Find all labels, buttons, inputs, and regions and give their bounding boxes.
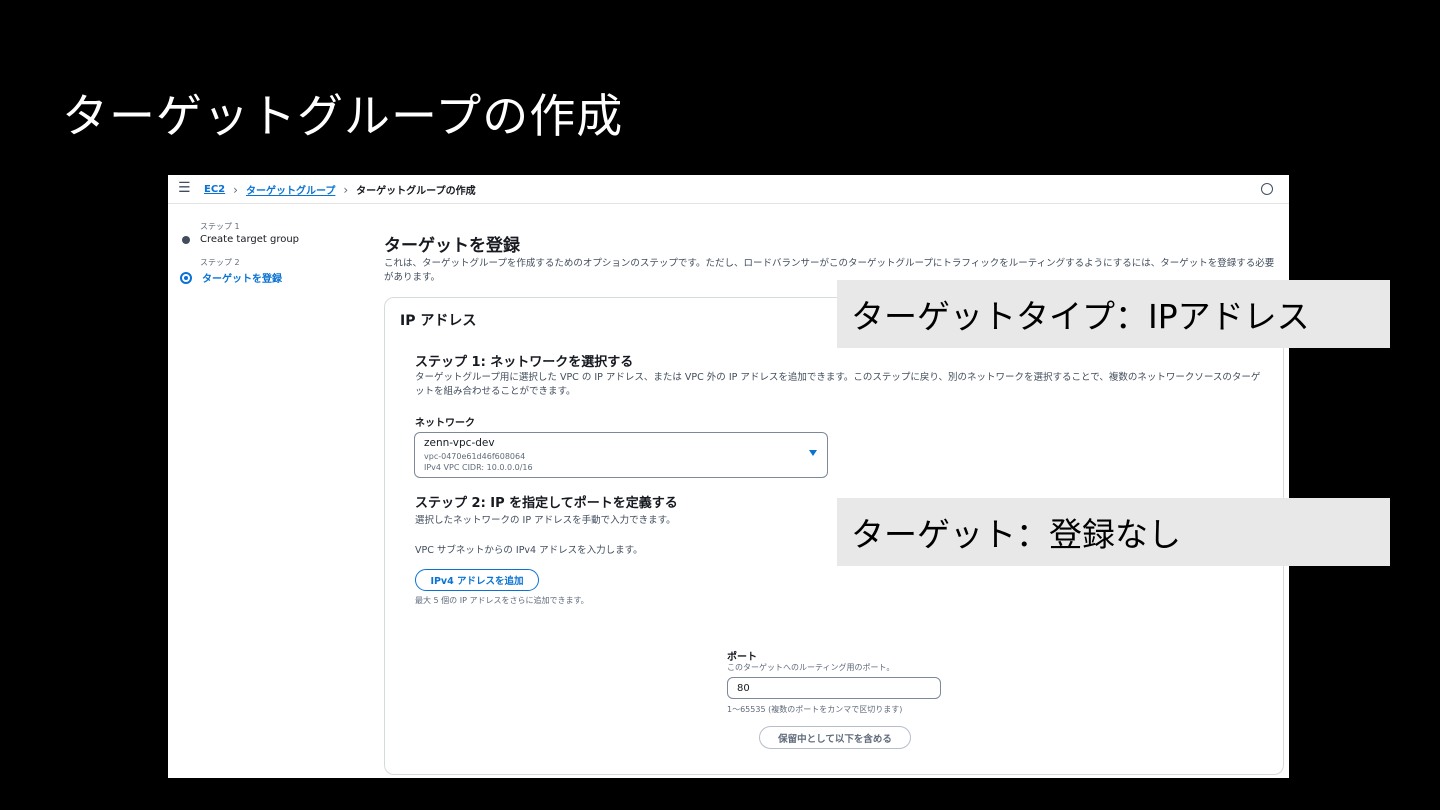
port-input[interactable]: 80 (727, 677, 941, 699)
slide-title: ターゲットグループの作成 (62, 89, 624, 143)
port-description: このターゲットへのルーティング用のポート。 (727, 663, 895, 672)
callout-target-type: ターゲットタイプ：IPアドレス (837, 280, 1390, 348)
step2-hint: VPC サブネットからの IPv4 アドレスを入力します。 (415, 545, 643, 556)
add-ipv4-note: 最大 5 個の IP アドレスをさらに追加できます。 (415, 596, 589, 605)
port-range-note: 1〜65535 (複数のポートをカンマで区切ります) (727, 705, 903, 714)
callout-targets: ターゲット：登録なし (837, 498, 1390, 566)
network-label: ネットワーク (415, 418, 475, 429)
network-id: vpc-0470e61d46f608064 (424, 452, 526, 461)
step-2-caption: ステップ 2 (200, 258, 240, 267)
include-pending-button[interactable]: 保留中として以下を含める (759, 726, 911, 749)
step-1[interactable]: ステップ 1 Create target group (180, 221, 340, 245)
step-1-label: Create target group (200, 234, 300, 245)
step-complete-icon (182, 235, 190, 244)
top-navigation: ☰ EC2 › ターゲットグループ › ターゲットグループの作成 (168, 175, 1289, 204)
chevron-right-icon: › (343, 182, 349, 197)
step-2[interactable]: ステップ 2 ターゲットを登録 (180, 257, 340, 285)
step2-description: 選択したネットワークの IP アドレスを手動で入力できます。 (415, 515, 676, 526)
wizard-steps: ステップ 1 Create target group ステップ 2 ターゲットを… (180, 221, 340, 285)
network-name: zenn-vpc-dev (424, 437, 495, 449)
caret-down-icon (809, 450, 817, 456)
network-cidr: IPv4 VPC CIDR: 10.0.0.0/16 (424, 463, 533, 472)
port-label: ポート (727, 652, 757, 663)
network-select[interactable]: zenn-vpc-dev vpc-0470e61d46f608064 IPv4 … (414, 432, 828, 478)
console-screenshot: ☰ EC2 › ターゲットグループ › ターゲットグループの作成 ステップ 1 … (168, 175, 1289, 778)
clock-icon[interactable] (1261, 183, 1273, 195)
step1-title: ステップ 1: ネットワークを選択する (415, 355, 634, 370)
hamburger-menu-icon[interactable]: ☰ (178, 181, 191, 195)
step2-title: ステップ 2: IP を指定してポートを定義する (415, 496, 678, 511)
breadcrumb-target-groups[interactable]: ターゲットグループ (246, 182, 335, 197)
breadcrumb: EC2 › ターゲットグループ › ターゲットグループの作成 (204, 182, 476, 198)
step1-description: ターゲットグループ用に選択した VPC の IP アドレス、または VPC 外の… (415, 372, 1261, 397)
breadcrumb-ec2[interactable]: EC2 (204, 184, 225, 195)
step-2-label: ターゲットを登録 (202, 274, 282, 285)
panel-title: IP アドレス (400, 313, 477, 329)
step-1-caption: ステップ 1 (200, 222, 240, 231)
breadcrumb-current: ターゲットグループの作成 (356, 186, 476, 197)
add-ipv4-button[interactable]: IPv4 アドレスを追加 (415, 569, 539, 591)
chevron-right-icon: › (233, 182, 238, 197)
step-current-icon (180, 271, 192, 284)
page-title: ターゲットを登録 (384, 236, 520, 256)
